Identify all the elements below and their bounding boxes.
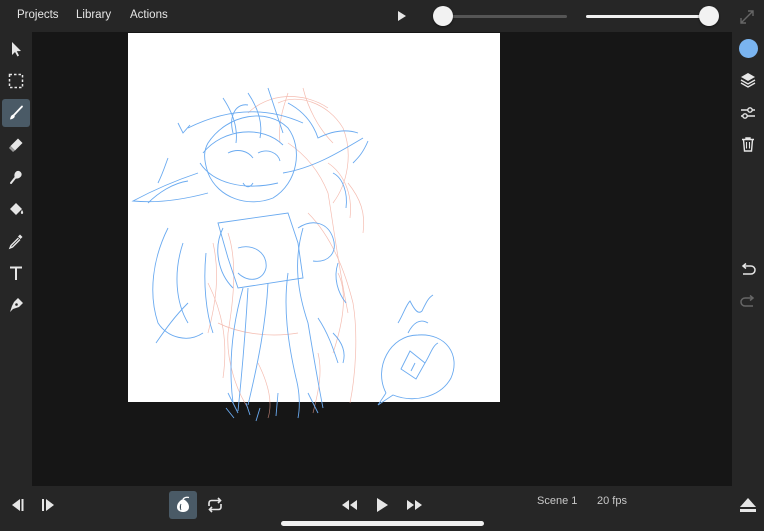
expand-icon[interactable] [738, 8, 756, 26]
undo-button[interactable] [737, 259, 759, 281]
text-icon [10, 266, 22, 280]
sketch-drawing [131, 87, 455, 422]
first-frame-button[interactable] [2, 491, 30, 519]
left-toolbar [0, 32, 32, 486]
current-color-swatch [738, 38, 758, 58]
timeline-toggle[interactable] [734, 491, 762, 519]
menu-library[interactable]: Library [76, 9, 111, 21]
text-tool[interactable] [2, 259, 30, 287]
home-indicator [281, 521, 484, 526]
fill-tool[interactable] [2, 195, 30, 223]
sliders-icon [741, 107, 755, 119]
pen-tool[interactable] [2, 291, 30, 319]
marquee-icon [8, 73, 24, 89]
eyedropper-icon [8, 234, 23, 250]
eraser-icon [9, 138, 23, 152]
eject-icon [740, 498, 756, 512]
top-bar: Projects Library Actions [0, 0, 764, 32]
smudge-icon [10, 170, 22, 184]
trash-icon [742, 137, 754, 152]
adjustments-button[interactable] [737, 102, 759, 124]
marquee-tool[interactable] [2, 67, 30, 95]
loop-toggle[interactable] [201, 491, 229, 519]
delete-button[interactable] [737, 133, 759, 155]
play-icon [377, 498, 388, 512]
brush-icon [10, 105, 23, 120]
smudge-tool[interactable] [2, 163, 30, 191]
redo-icon [740, 294, 755, 307]
menu-actions[interactable]: Actions [130, 9, 168, 21]
fast-forward-button[interactable] [401, 491, 429, 519]
step-back-icon [12, 499, 24, 511]
active-layer-sketch [131, 87, 455, 422]
brush-tool[interactable] [2, 99, 30, 127]
fps-label[interactable]: 20 fps [597, 495, 627, 507]
eyedropper-tool[interactable] [2, 227, 30, 255]
eraser-tool[interactable] [2, 131, 30, 159]
onion-icon [177, 496, 190, 512]
layers-button[interactable] [737, 69, 759, 91]
layers-icon [740, 73, 756, 88]
brush-size-slider[interactable] [443, 15, 567, 18]
color-picker-button[interactable] [737, 37, 759, 59]
menu-projects[interactable]: Projects [17, 9, 59, 21]
opacity-knob[interactable] [699, 6, 719, 26]
onion-skin-toggle[interactable] [169, 491, 197, 519]
step-forward-icon [42, 499, 54, 511]
rewind-icon [342, 500, 357, 510]
redo-button[interactable] [737, 291, 759, 313]
paint-bucket-icon [10, 203, 24, 215]
select-tool[interactable] [2, 35, 30, 63]
fast-forward-icon [407, 500, 422, 510]
arrow-cursor-icon [12, 42, 21, 57]
undo-icon [741, 262, 756, 275]
opacity-slider[interactable] [586, 15, 710, 18]
pen-nib-icon [10, 298, 23, 312]
right-toolbar [732, 32, 764, 486]
loop-icon [208, 497, 222, 513]
scene-label[interactable]: Scene 1 [537, 495, 577, 507]
play-button[interactable] [368, 491, 396, 519]
next-frame-button[interactable] [35, 491, 63, 519]
brush-size-knob[interactable] [433, 6, 453, 26]
play-preview-icon[interactable] [397, 10, 407, 22]
rewind-button[interactable] [335, 491, 363, 519]
